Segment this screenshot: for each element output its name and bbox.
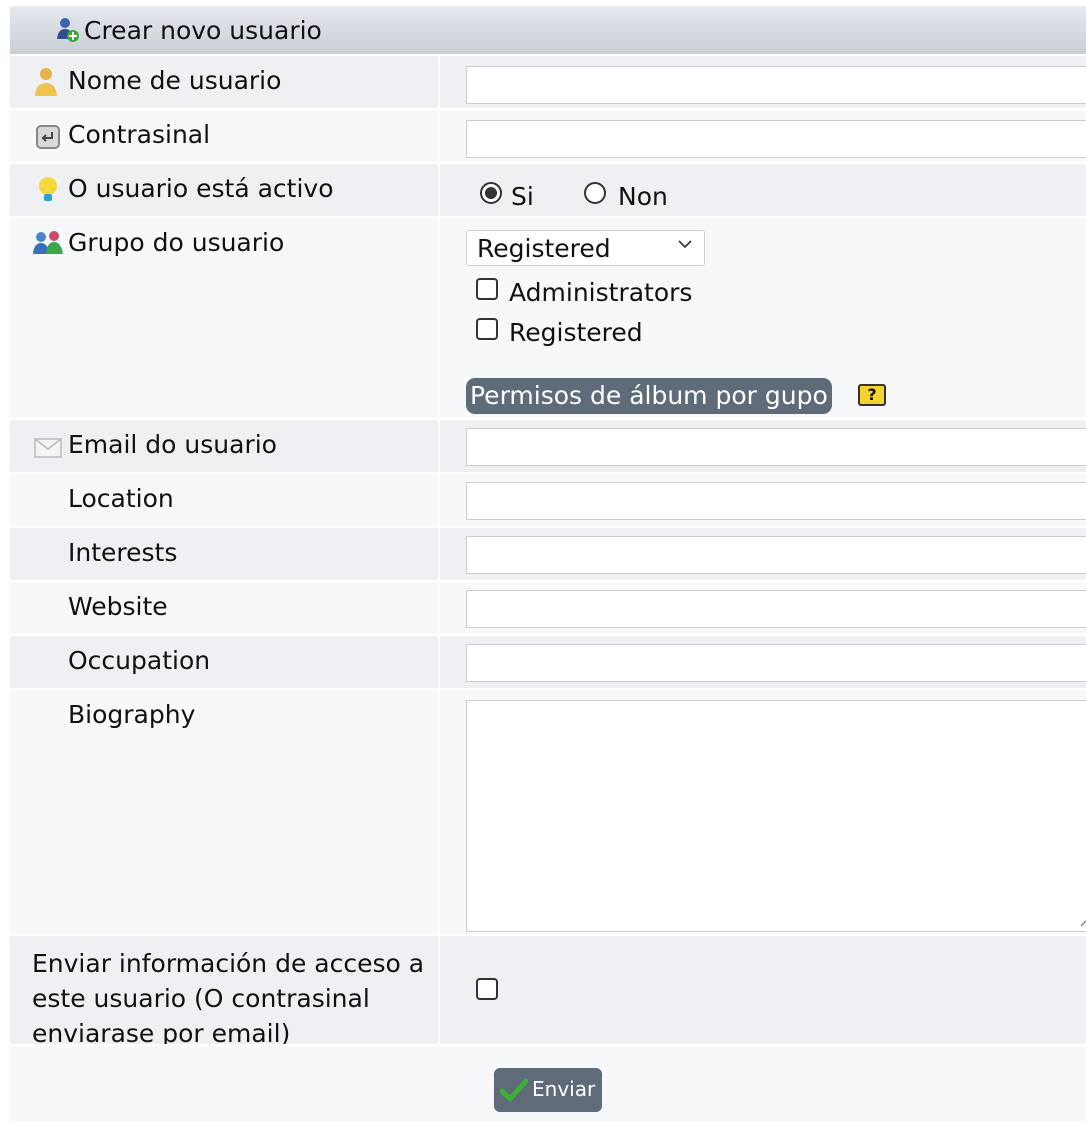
location-input[interactable] bbox=[466, 482, 1086, 520]
row-submit: Enviar bbox=[10, 1044, 1086, 1121]
group-select[interactable]: Registered bbox=[466, 230, 705, 266]
send-info-checkbox[interactable] bbox=[476, 978, 498, 1000]
group-label: Grupo do usuario bbox=[68, 228, 285, 257]
group-select-value: Registered bbox=[477, 234, 611, 263]
biography-label: Biography bbox=[68, 700, 196, 729]
interests-label: Interests bbox=[68, 538, 178, 567]
email-label: Email do usuario bbox=[68, 430, 277, 459]
row-send-info: Enviar información de acceso a este usua… bbox=[10, 934, 1086, 1048]
interests-input[interactable] bbox=[466, 536, 1086, 574]
active-no-radio[interactable] bbox=[584, 182, 606, 204]
row-email: Email do usuario bbox=[10, 418, 1086, 472]
send-info-label: Enviar información de acceso a este usua… bbox=[32, 949, 425, 1048]
lightbulb-icon bbox=[39, 177, 57, 201]
user-icon bbox=[35, 68, 57, 96]
group-checkbox-label-administrators: Administrators bbox=[509, 278, 693, 307]
active-yes-radio[interactable] bbox=[480, 182, 502, 204]
key-icon bbox=[36, 125, 60, 149]
active-label: O usuario está activo bbox=[68, 174, 334, 203]
email-input[interactable] bbox=[466, 428, 1086, 466]
password-label: Contrasinal bbox=[68, 120, 211, 149]
group-icon bbox=[33, 231, 63, 254]
resize-handle-icon[interactable] bbox=[1079, 915, 1086, 927]
submit-button[interactable]: Enviar bbox=[494, 1068, 602, 1112]
checkmark-icon bbox=[500, 1078, 528, 1102]
row-biography: Biography bbox=[10, 688, 1086, 934]
row-website: Website bbox=[10, 580, 1086, 634]
row-active: O usuario está activo Si Non bbox=[10, 162, 1086, 216]
group-checkbox-administrators[interactable] bbox=[476, 278, 498, 300]
location-label: Location bbox=[68, 484, 174, 513]
row-password: Contrasinal bbox=[10, 108, 1086, 162]
album-permissions-button[interactable]: Permisos de álbum por gupo bbox=[466, 378, 832, 414]
row-occupation: Occupation bbox=[10, 634, 1086, 688]
help-icon[interactable]: ? bbox=[858, 384, 886, 406]
row-group: Grupo do usuario Registered Administrato… bbox=[10, 216, 1086, 418]
row-location: Location bbox=[10, 472, 1086, 526]
envelope-icon bbox=[34, 438, 62, 458]
website-label: Website bbox=[68, 592, 168, 621]
occupation-input[interactable] bbox=[466, 644, 1086, 682]
active-no-label: Non bbox=[618, 182, 668, 211]
user-add-icon bbox=[57, 18, 79, 42]
row-username: Nome de usuario bbox=[10, 54, 1086, 108]
create-user-form: Crear novo usuario Nome de usuario Contr… bbox=[10, 0, 1086, 1121]
username-label: Nome de usuario bbox=[68, 66, 282, 95]
active-yes-label: Si bbox=[511, 182, 534, 211]
form-title: Crear novo usuario bbox=[84, 15, 322, 45]
occupation-label: Occupation bbox=[68, 646, 211, 675]
chevron-down-icon bbox=[678, 240, 692, 249]
row-interests: Interests bbox=[10, 526, 1086, 580]
form-header: Crear novo usuario bbox=[10, 6, 1086, 54]
biography-textarea[interactable] bbox=[466, 700, 1086, 932]
password-input[interactable] bbox=[466, 120, 1086, 158]
group-checkbox-registered[interactable] bbox=[476, 318, 498, 340]
username-input[interactable] bbox=[466, 66, 1086, 104]
group-checkbox-label-registered: Registered bbox=[509, 318, 643, 347]
website-input[interactable] bbox=[466, 590, 1086, 628]
submit-label: Enviar bbox=[532, 1077, 596, 1101]
